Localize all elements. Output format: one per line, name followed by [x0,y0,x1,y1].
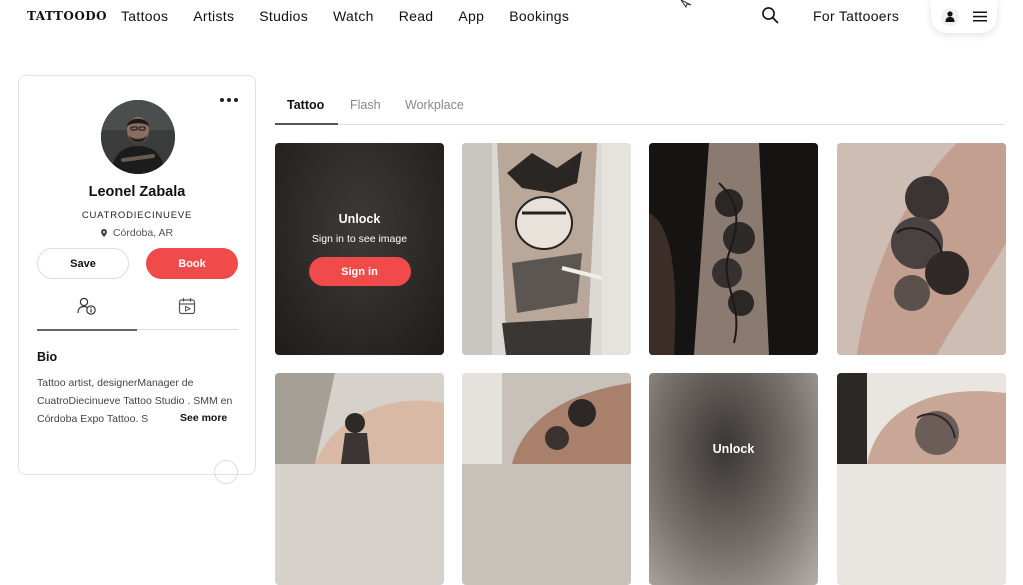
save-button[interactable]: Save [37,248,129,279]
location-pin-icon [100,229,107,237]
nav-artists[interactable]: Artists [193,8,234,24]
locked-tattoo-tile[interactable]: Unlock [649,373,818,585]
tab-tattoo[interactable]: Tattoo [287,98,324,112]
artist-name: Leonel Zabala [88,184,186,200]
mouse-cursor-icon [680,0,692,8]
unlock-subtitle: Sign in to see image [311,233,408,245]
tab-workplace[interactable]: Workplace [405,98,464,112]
user-menu-button[interactable] [931,0,997,33]
studio-name[interactable]: CUATRODIECINUEVE [19,210,255,221]
sign-in-button[interactable]: Sign in [308,257,411,286]
book-button[interactable]: Book [146,248,238,279]
tattoo-image [649,143,818,355]
tab-artist-info[interactable] [37,297,137,323]
see-more-link[interactable]: See more [175,412,228,424]
nav-studios[interactable]: Studios [259,8,308,24]
tattoo-image [275,373,444,585]
tab-flash[interactable]: Flash [350,98,381,112]
unlock-title: Unlock [338,212,381,226]
locked-tattoo-tile[interactable]: Unlock Sign in to see image Sign in [275,143,444,355]
tattoo-image [462,373,631,585]
gallery-tabs: Tattoo Flash Workplace [275,98,1005,125]
tattoo-image-tile[interactable] [462,143,631,355]
logo[interactable]: TATTOODO [27,9,107,23]
unlock-overlay: Unlock [649,373,818,585]
location-text: Córdoba, AR [112,227,174,239]
hamburger-icon [973,11,987,22]
more-options-icon[interactable] [220,93,238,107]
calendar-icon [178,298,196,315]
for-tattooers-link[interactable]: For Tattooers [813,8,899,24]
unlock-overlay: Unlock Sign in to see image Sign in [275,143,444,355]
top-navigation: TATTOODO Tattoos Artists Studios Watch R… [0,0,1023,34]
artist-avatar [101,100,175,174]
tattoo-image-tile[interactable] [649,143,818,355]
user-icon [941,7,959,26]
tab-divider [137,329,238,330]
main-nav: Tattoos Artists Studios Watch Read App B… [121,8,594,24]
artist-location: Córdoba, AR [19,227,255,239]
nav-read[interactable]: Read [399,8,434,24]
info-icon [77,297,96,315]
bio-heading: Bio [37,350,58,364]
nav-watch[interactable]: Watch [333,8,374,24]
nav-tattoos[interactable]: Tattoos [121,8,168,24]
artist-profile-card: Leonel Zabala CUATRODIECINUEVE Córdoba, … [18,75,256,484]
unlock-title: Unlock [712,442,755,456]
nav-app[interactable]: App [458,8,484,24]
tattoo-image [837,373,1006,585]
active-tab-indicator [37,329,137,331]
tattoo-image-tile[interactable] [837,143,1006,355]
tattoo-image-tile[interactable] [462,373,631,585]
tattoo-image [462,143,631,355]
tattoo-image [837,143,1006,355]
tab-artist-schedule[interactable] [137,297,237,323]
tattoo-image-tile[interactable] [275,373,444,585]
active-tab-indicator [275,123,338,125]
tattoo-image-tile[interactable] [837,373,1006,585]
search-icon[interactable] [761,6,779,24]
nav-bookings[interactable]: Bookings [509,8,569,24]
